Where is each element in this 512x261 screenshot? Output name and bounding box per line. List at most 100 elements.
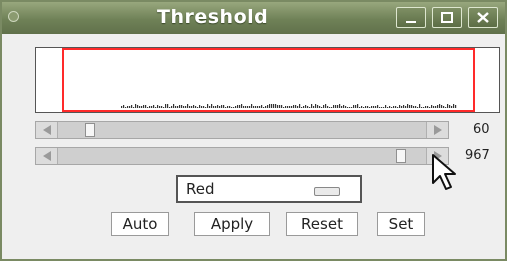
minimize-button[interactable] <box>396 7 426 28</box>
min-threshold-value: 60 <box>473 122 490 137</box>
max-threshold-slider[interactable] <box>35 147 449 165</box>
histogram-bin <box>183 106 185 108</box>
histogram-bin <box>325 104 327 108</box>
histogram-bin <box>411 105 413 108</box>
histogram-bin <box>173 104 175 108</box>
histogram-bin <box>271 104 273 108</box>
mouse-pointer-icon <box>432 154 456 190</box>
histogram-bin <box>379 107 381 108</box>
histogram-bin <box>437 105 439 108</box>
title-bar[interactable]: Threshold <box>2 2 505 34</box>
histogram-bin <box>329 107 331 108</box>
histogram-bin <box>351 107 353 108</box>
histogram-bin <box>179 105 181 108</box>
histogram-bin <box>175 106 177 108</box>
histogram-bin <box>413 106 415 108</box>
histogram-bin <box>143 105 145 108</box>
histogram-bin <box>245 106 247 108</box>
histogram-bin <box>147 107 149 108</box>
histogram-bin <box>241 104 243 108</box>
histogram-bin <box>363 107 365 108</box>
histogram-bin <box>453 104 455 108</box>
histogram-bin <box>135 104 137 108</box>
histogram-bin <box>367 106 369 108</box>
histogram-bin <box>295 105 297 108</box>
histogram-bin <box>407 104 409 108</box>
histogram-bin <box>373 106 375 108</box>
histogram-bin <box>423 107 425 108</box>
histogram-bin <box>347 107 349 108</box>
histogram-bin <box>311 104 313 108</box>
histogram-bin <box>383 107 385 108</box>
window-menu-icon[interactable] <box>8 11 19 22</box>
histogram-bin <box>121 106 123 108</box>
histogram-bin <box>365 106 367 108</box>
histogram-bin <box>161 106 163 108</box>
min-threshold-slider[interactable] <box>35 121 449 139</box>
histogram-bin <box>133 107 135 108</box>
set-button[interactable]: Set <box>377 212 425 236</box>
channel-select[interactable]: Red <box>176 175 362 203</box>
histogram-bin <box>263 107 265 108</box>
histogram-bin <box>243 106 245 108</box>
apply-button[interactable]: Apply <box>194 212 270 236</box>
histogram-bin <box>195 106 197 108</box>
histogram-bin <box>211 104 213 108</box>
histogram-bin <box>225 107 227 108</box>
histogram-bin <box>287 106 289 108</box>
maximize-button[interactable] <box>432 7 462 28</box>
min-slider-right-arrow[interactable] <box>426 122 448 138</box>
histogram-bin <box>395 106 397 108</box>
maximize-icon <box>441 12 453 23</box>
histogram-bin <box>327 106 329 108</box>
histogram-bin <box>317 105 319 108</box>
min-slider-thumb[interactable] <box>85 123 95 137</box>
histogram-bin <box>315 104 317 108</box>
left-arrow-icon <box>43 125 51 135</box>
histogram-bin <box>257 106 259 108</box>
histogram-bin <box>369 107 371 108</box>
histogram-bin <box>299 104 301 108</box>
histogram-bin <box>433 106 435 108</box>
histogram-bin <box>235 106 237 108</box>
close-button[interactable] <box>468 7 498 28</box>
histogram-bin <box>283 107 285 108</box>
histogram-bin <box>427 106 429 108</box>
histogram-bin <box>255 106 257 108</box>
histogram-bin <box>157 105 159 108</box>
max-slider-left-arrow[interactable] <box>36 148 58 164</box>
histogram-bin <box>265 106 267 108</box>
histogram-bin <box>319 106 321 108</box>
right-arrow-icon <box>434 125 442 135</box>
histogram-bin <box>345 106 347 108</box>
histogram-bin <box>281 105 283 108</box>
histogram-bin <box>237 105 239 108</box>
histogram-bin <box>231 107 233 108</box>
min-slider-left-arrow[interactable] <box>36 122 58 138</box>
histogram-bin <box>419 104 421 108</box>
histogram-plot <box>35 47 500 113</box>
histogram-bin <box>399 105 401 108</box>
histogram-bin <box>435 106 437 108</box>
reset-button[interactable]: Reset <box>286 212 358 236</box>
histogram-bin <box>181 105 183 108</box>
histogram-bin <box>139 106 141 108</box>
histogram-bin <box>305 105 307 108</box>
threshold-window: Threshold 60 967 Red Auto Apply Reset Se… <box>0 0 507 261</box>
histogram-bin <box>239 105 241 108</box>
auto-button[interactable]: Auto <box>111 212 169 236</box>
histogram-bin <box>169 107 171 108</box>
histogram-bin <box>391 107 393 108</box>
histogram-bin <box>259 106 261 108</box>
histogram-bin <box>151 106 153 108</box>
max-slider-thumb[interactable] <box>396 149 406 163</box>
histogram-bin <box>455 105 457 108</box>
histogram-bin <box>431 105 433 108</box>
histogram-bin <box>141 106 143 108</box>
histogram-bin <box>447 104 449 108</box>
histogram-bin <box>309 107 311 108</box>
minimize-icon <box>406 21 416 23</box>
histogram-bin <box>439 104 441 108</box>
histogram-bin <box>205 107 207 108</box>
left-arrow-icon <box>43 151 51 161</box>
